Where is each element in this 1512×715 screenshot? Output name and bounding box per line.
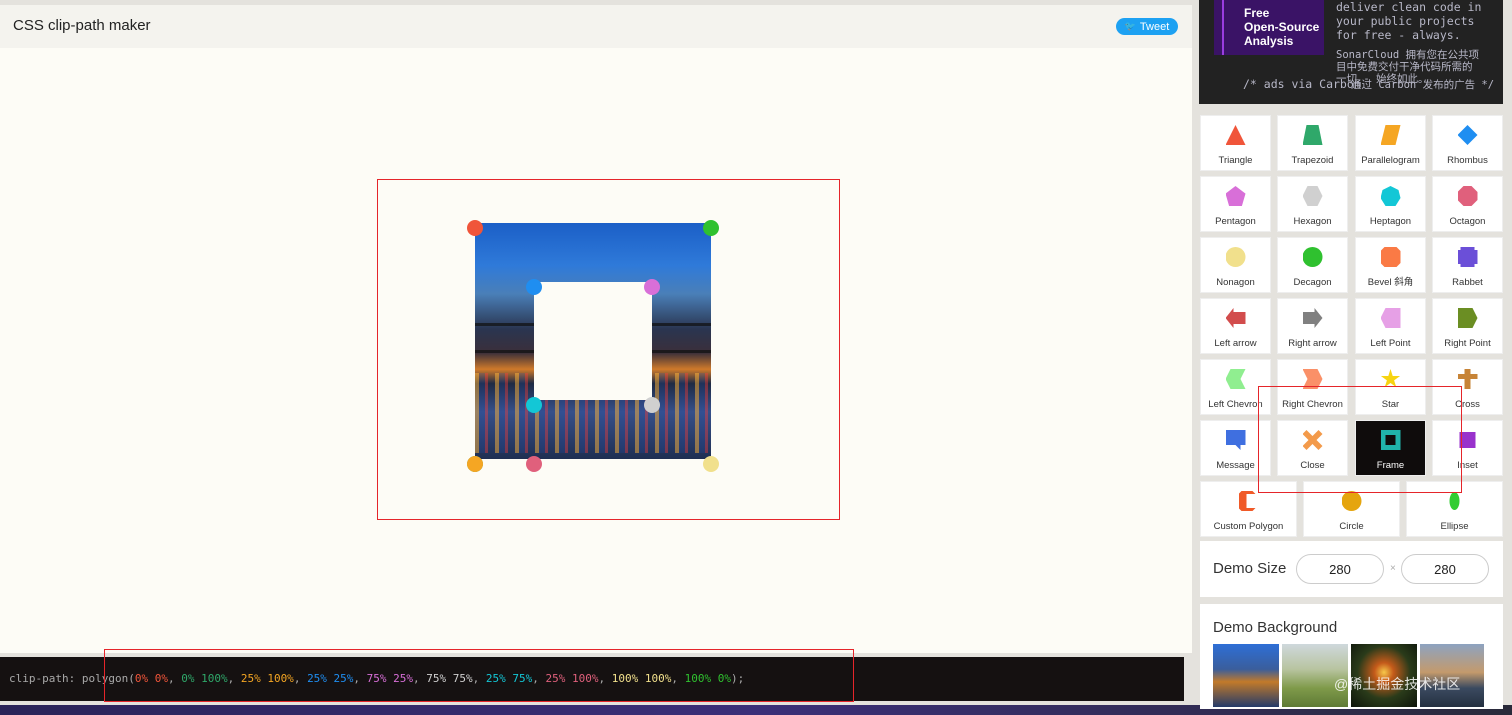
parallelogram-icon: [1380, 125, 1401, 145]
circle-icon: [1341, 491, 1362, 511]
twitter-bird-icon: 🐦: [1124, 21, 1136, 31]
highlight-box-code: [104, 649, 854, 702]
shape-label: Bevel 斜角: [1367, 277, 1414, 288]
heptagon-icon: [1380, 186, 1401, 206]
polygon-handle[interactable]: [526, 456, 542, 472]
polygon-handle[interactable]: [467, 456, 483, 472]
shape-card-octagon[interactable]: Octagon: [1432, 176, 1503, 232]
shape-card-right-arrow[interactable]: Right arrow: [1277, 298, 1348, 354]
polygon-handle[interactable]: [644, 397, 660, 413]
polygon-handle[interactable]: [703, 220, 719, 236]
shape-label: Pentagon: [1215, 216, 1256, 227]
shape-label: Custom Polygon: [1213, 521, 1284, 532]
shape-label: Ellipse: [1440, 521, 1469, 532]
ad-logo-stripe: [1222, 0, 1224, 55]
shape-card-parallelogram[interactable]: Parallelogram: [1355, 115, 1426, 171]
background-thumb-bridge[interactable]: [1213, 644, 1279, 707]
pentagon-icon: [1225, 186, 1246, 206]
right-point-icon: [1457, 308, 1478, 328]
shape-card-rabbet[interactable]: Rabbet: [1432, 237, 1503, 293]
shape-card-nonagon[interactable]: Nonagon: [1200, 237, 1271, 293]
shape-label: Parallelogram: [1361, 155, 1420, 166]
shape-label: Rhombus: [1447, 155, 1488, 166]
shape-label: Right arrow: [1288, 338, 1337, 349]
tweet-button[interactable]: 🐦 Tweet: [1116, 18, 1178, 35]
watermark: @稀土掘金技术社区: [1334, 676, 1461, 692]
shape-card-bevel[interactable]: Bevel 斜角: [1355, 237, 1426, 293]
ellipse-icon: [1449, 492, 1460, 510]
ad-via-zh: 通过 Carbon 发布的广告 */: [1351, 79, 1495, 91]
shape-label: Heptagon: [1369, 216, 1412, 227]
shape-label: Left arrow: [1214, 338, 1257, 349]
shape-label: Nonagon: [1216, 277, 1255, 288]
top-bar: CSS clip-path maker 🐦 Tweet: [0, 5, 1192, 48]
shape-card-hexagon[interactable]: Hexagon: [1277, 176, 1348, 232]
demo-width-input[interactable]: 280: [1296, 554, 1384, 584]
shape-card-decagon[interactable]: Decagon: [1277, 237, 1348, 293]
shape-card-left-arrow[interactable]: Left arrow: [1200, 298, 1271, 354]
tweet-label: Tweet: [1139, 20, 1170, 33]
polygon-handle[interactable]: [526, 397, 542, 413]
demo-size-label: Demo Size: [1213, 560, 1287, 577]
ad-text-en[interactable]: deliver clean code in your public projec…: [1336, 0, 1481, 42]
shape-label: Hexagon: [1293, 216, 1332, 227]
left-point-icon: [1380, 308, 1401, 328]
demo-size-card: Demo Size 280 × 280: [1200, 541, 1503, 597]
demo-height-input[interactable]: 280: [1401, 554, 1489, 584]
demo-background-label: Demo Background: [1213, 619, 1338, 636]
page-title: CSS clip-path maker: [13, 17, 151, 34]
shape-card-heptagon[interactable]: Heptagon: [1355, 176, 1426, 232]
shape-card-right-point[interactable]: Right Point: [1432, 298, 1503, 354]
octagon-icon: [1457, 186, 1478, 206]
ad-logo-line-3: Analysis: [1244, 34, 1294, 48]
shape-card-left-point[interactable]: Left Point: [1355, 298, 1426, 354]
shape-label: Triangle: [1218, 155, 1253, 166]
ad-logo-line-1: Free: [1244, 6, 1270, 20]
triangle-icon: [1225, 125, 1246, 145]
bevel-icon: [1380, 247, 1401, 267]
shape-label: Octagon: [1449, 216, 1486, 227]
polygon-handle[interactable]: [467, 220, 483, 236]
rabbet-icon: [1457, 247, 1478, 267]
message-icon: [1225, 430, 1246, 450]
shape-label: Rabbet: [1452, 277, 1483, 288]
shape-label: Decagon: [1293, 277, 1332, 288]
rhombus-icon: [1457, 125, 1478, 145]
right-arrow-icon: [1302, 308, 1323, 328]
nonagon-icon: [1225, 247, 1246, 267]
trapezoid-icon: [1302, 125, 1323, 145]
shape-label: Right Point: [1444, 338, 1491, 349]
left-arrow-icon: [1225, 308, 1246, 328]
polygon-handle[interactable]: [526, 279, 542, 295]
shape-card-trapezoid[interactable]: Trapezoid: [1277, 115, 1348, 171]
polygon-handle[interactable]: [703, 456, 719, 472]
polygon-handle[interactable]: [644, 279, 660, 295]
shape-label: Trapezoid: [1291, 155, 1334, 166]
shape-card-triangle[interactable]: Triangle: [1200, 115, 1271, 171]
decagon-icon: [1302, 247, 1323, 267]
ad-via[interactable]: /* ads via Carbon: [1243, 77, 1361, 91]
ad-logo[interactable]: Free Open-Source Analysis: [1214, 0, 1324, 55]
custom-polygon-icon: [1238, 491, 1256, 511]
shape-card-pentagon[interactable]: Pentagon: [1200, 176, 1271, 232]
hexagon-icon: [1302, 186, 1323, 206]
shape-card-rhombus[interactable]: Rhombus: [1432, 115, 1503, 171]
shape-label: Left Point: [1370, 338, 1411, 349]
ad-logo-line-2: Open-Source: [1244, 20, 1320, 34]
left-chevron-icon: [1225, 369, 1246, 389]
shape-label: Circle: [1339, 521, 1364, 532]
highlight-box-frame: [1258, 386, 1462, 493]
size-separator: ×: [1390, 563, 1396, 574]
